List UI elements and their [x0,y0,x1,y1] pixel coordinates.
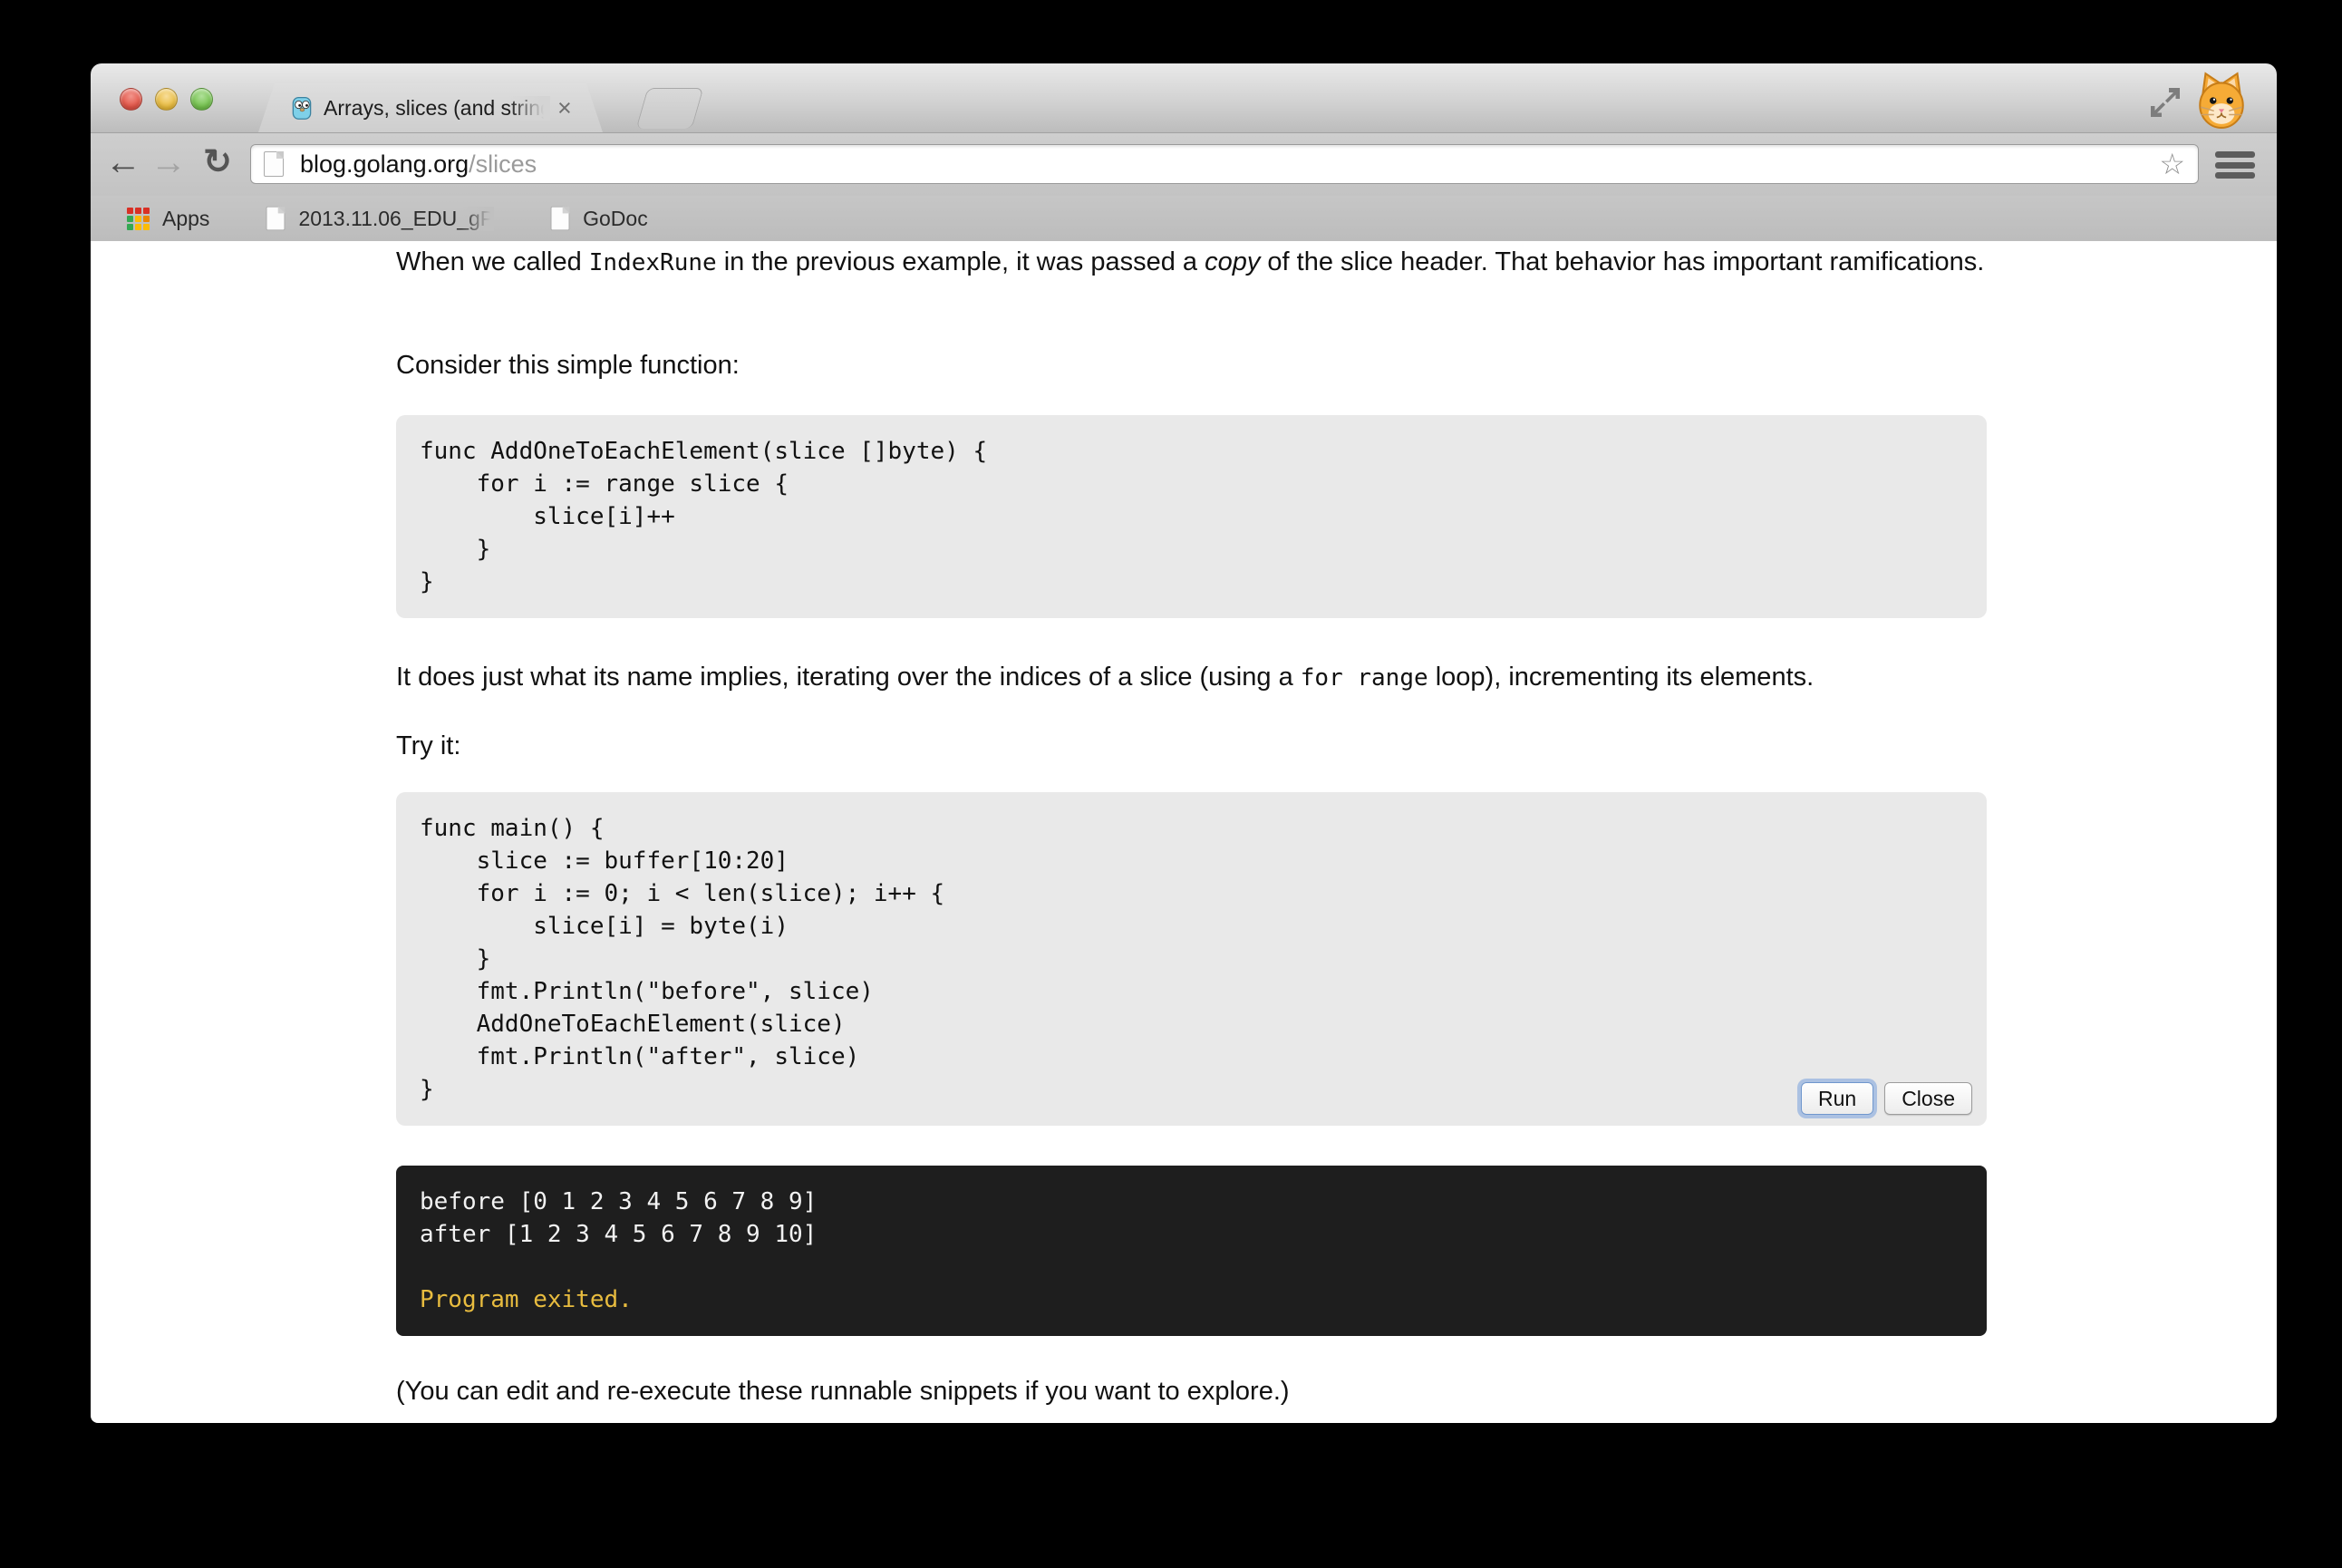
paragraph-try-it: Try it: [396,729,1991,763]
run-button[interactable]: Run [1801,1082,1873,1115]
code-text[interactable]: func main() { slice := buffer[10:20] for… [420,812,1963,1106]
bookmark-label: 2013.11.06_EDU_gP [298,207,494,231]
bookmark-page-icon [551,207,570,231]
url-text[interactable]: blog.golang.org/slices [300,150,537,179]
reload-button[interactable]: ↻ [198,140,237,184]
tab-title: Arrays, slices (and strings): [324,96,550,121]
page-icon [264,151,284,177]
browser-tab[interactable]: Arrays, slices (and strings): × [258,83,603,132]
paragraph-it-does: It does just what its name implies, iter… [396,660,1991,695]
cat-avatar-icon[interactable] [2192,69,2251,131]
title-bar: Arrays, slices (and strings): × [91,63,2277,133]
traffic-lights [120,88,213,111]
output-line: before [0 1 2 3 4 5 6 7 8 9] [420,1186,1963,1218]
page-content: When we called IndexRune in the previous… [91,241,2277,1423]
zoom-window-button[interactable] [190,88,213,111]
new-tab-button[interactable] [636,88,704,129]
tab-title-fade [508,96,550,121]
browser-toolbar: ← → ↻ blog.golang.org/slices ☆ [91,133,2277,196]
paragraph-indexrune: When we called IndexRune in the previous… [396,245,1991,280]
inline-code-indexrune: IndexRune [589,249,717,276]
desktop-background: Arrays, slices (and strings): × [0,0,2342,1568]
menu-hamburger-icon[interactable] [2215,150,2255,180]
apps-shortcut[interactable]: Apps [91,207,209,231]
bookmarks-bar: Apps 2013.11.06_EDU_gP GoDoc [91,196,2277,242]
apps-grid-icon [127,208,150,230]
back-button[interactable]: ← [103,140,143,184]
apps-label: Apps [162,207,209,231]
program-output: before [0 1 2 3 4 5 6 7 8 9] after [1 2 … [396,1166,1987,1336]
fullscreen-expand-icon[interactable] [2150,87,2181,118]
output-status: Program exited. [420,1283,1963,1316]
bookmark-label-fade [461,207,494,231]
tab-close-icon[interactable]: × [557,96,572,121]
minimize-window-button[interactable] [155,88,178,111]
code-snippet-addone[interactable]: func AddOneToEachElement(slice []byte) {… [396,415,1987,618]
forward-button[interactable]: → [149,140,189,184]
paragraph-footer-note: (You can edit and re-execute these runna… [396,1374,1991,1408]
gopher-favicon [289,95,315,121]
url-host: blog.golang.org [300,150,469,178]
url-path: /slices [469,150,537,178]
snippet-buttons: Run Close [1801,1082,1972,1115]
bookmark-star-icon[interactable]: ☆ [2159,150,2185,179]
code-snippet-main[interactable]: func main() { slice := buffer[10:20] for… [396,792,1987,1126]
code-text[interactable]: func AddOneToEachElement(slice []byte) {… [420,435,1963,598]
inline-code-for-range: for range [1301,664,1428,692]
close-button[interactable]: Close [1884,1082,1972,1115]
bookmark-item-edu[interactable]: 2013.11.06_EDU_gP [266,206,494,231]
bookmark-label: GoDoc [583,207,648,231]
browser-window: Arrays, slices (and strings): × [91,63,2277,1423]
paragraph-consider: Consider this simple function: [396,348,1991,382]
output-line: after [1 2 3 4 5 6 7 8 9 10] [420,1218,1963,1251]
bookmark-item-godoc[interactable]: GoDoc [550,206,648,231]
close-window-button[interactable] [120,88,142,111]
bookmark-page-icon [266,207,285,231]
output-blank-line [420,1251,1963,1283]
url-bar[interactable]: blog.golang.org/slices ☆ [250,144,2199,184]
